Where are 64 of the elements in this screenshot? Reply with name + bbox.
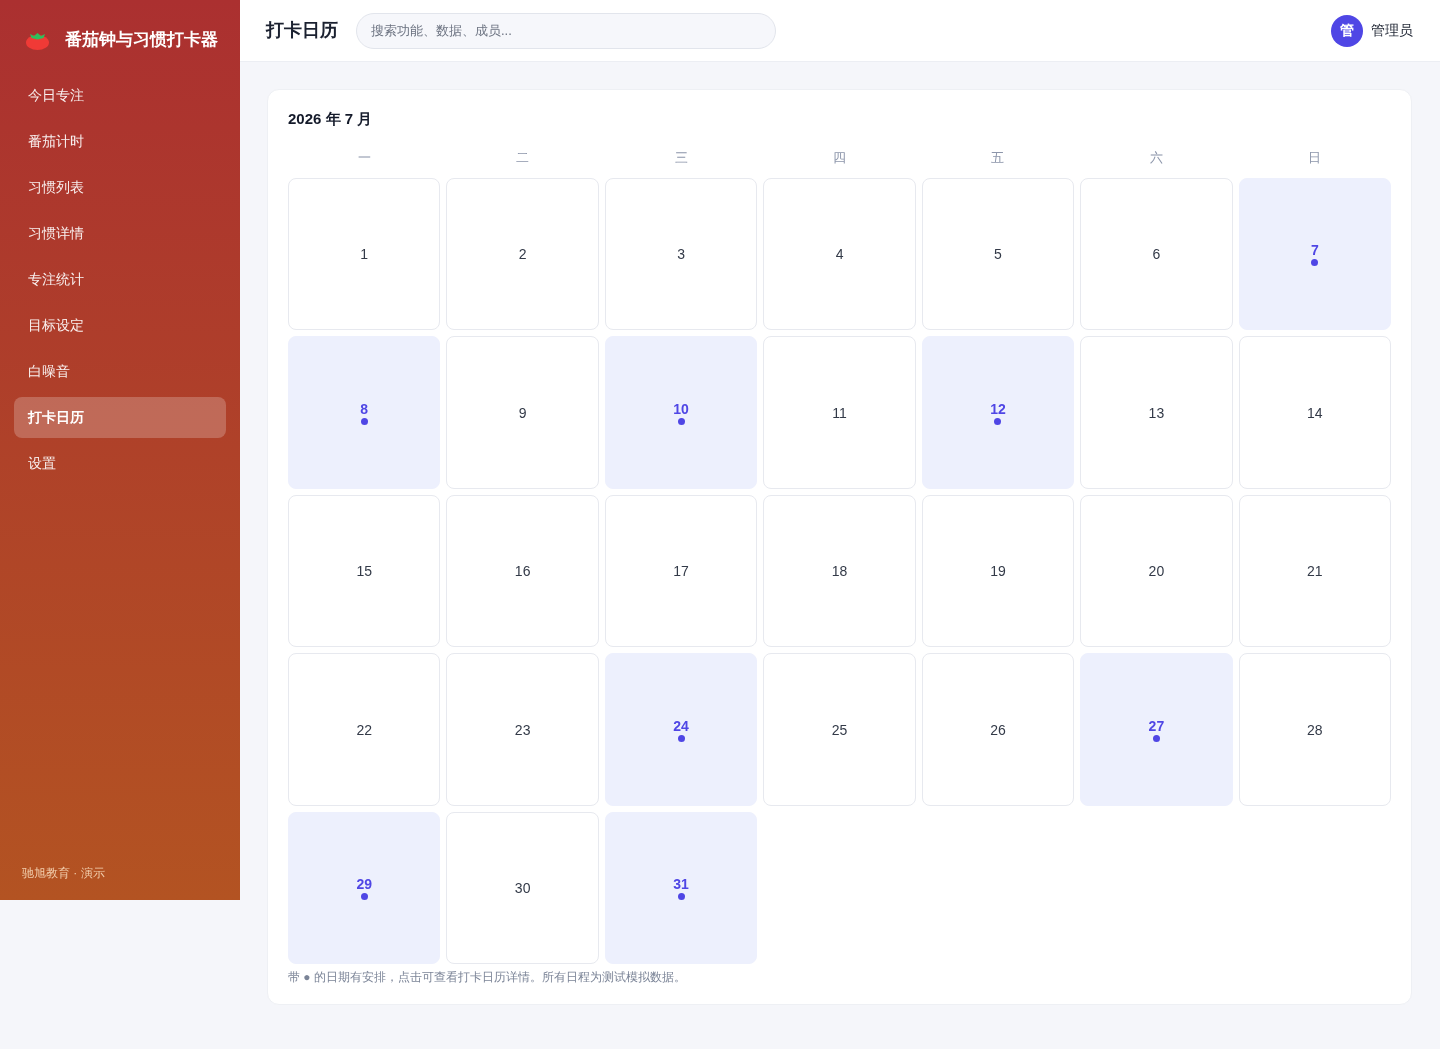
weekday-label: 日 [1307,149,1323,167]
day-cell[interactable]: 28 [1238,653,1392,806]
sidebar-item[interactable]: 专注统计 [14,259,226,300]
tomato-icon [26,30,49,50]
footer-text: 驰旭教育 · 演示 [21,865,106,882]
weekday-label: 六 [1148,149,1164,167]
sidebar-item[interactable]: 白噪音 [14,351,226,392]
event-dot-icon [360,417,368,425]
day-cell[interactable]: 5 [921,178,1075,331]
user-name[interactable]: 管理员 [1371,20,1413,41]
event-dot-icon [1152,734,1160,742]
weekday-label: 一 [356,149,372,167]
event-dot-icon [677,892,685,900]
day-cell[interactable]: 22 [288,653,441,806]
weekday-label: 四 [832,149,847,167]
sidebar-item[interactable]: 习惯列表 [14,167,226,208]
day-cell[interactable]: 19 [921,494,1075,648]
day-cell[interactable]: 2 [446,178,599,331]
month-title: 2026 年 7 月 [288,109,374,129]
day-cell[interactable]: 27 [1080,653,1233,806]
day-cell[interactable]: 17 [604,494,758,648]
day-cell[interactable]: 14 [1238,336,1392,489]
day-cell[interactable]: 6 [1080,178,1233,331]
day-cell[interactable]: 29 [288,811,441,965]
day-cell[interactable]: 1 [288,178,441,331]
sidebar-item[interactable]: 打卡日历 [14,397,226,438]
day-cell[interactable]: 30 [446,811,599,965]
day-cell[interactable]: 12 [921,336,1075,489]
day-cell[interactable]: 15 [288,494,441,648]
sidebar-item[interactable]: 目标设定 [14,305,226,346]
calendar-note: 带 ● 的日期有安排，点击可查看打卡日历详情。所有日程为测试模拟数据。 [288,969,687,987]
event-dot-icon [1311,259,1319,267]
sidebar-item[interactable]: 设置 [14,443,226,484]
day-cell[interactable]: 8 [288,336,441,489]
sidebar-item[interactable]: 习惯详情 [14,213,226,254]
day-cell[interactable]: 18 [763,494,916,648]
weekday-label: 五 [990,149,1006,167]
app-title: 番茄钟与习惯打卡器 [65,29,218,52]
day-cell[interactable]: 21 [1238,494,1392,648]
day-cell[interactable]: 26 [921,653,1075,806]
search-field[interactable]: 搜索功能、数据、成员... [356,12,776,49]
day-cell[interactable]: 20 [1080,494,1233,648]
day-cell[interactable]: 31 [604,811,758,965]
sidebar-item[interactable]: 番茄计时 [14,121,226,162]
day-cell[interactable]: 4 [763,178,916,331]
day-cell[interactable]: 13 [1080,336,1233,489]
event-dot-icon [994,417,1002,425]
day-cell[interactable]: 3 [604,178,758,331]
day-cell[interactable]: 23 [446,653,599,806]
page-title: 打卡日历 [266,19,338,42]
sidebar-item[interactable]: 今日专注 [14,75,226,116]
event-dot-icon [677,734,685,742]
day-cell[interactable]: 7 [1238,178,1392,331]
day-cell[interactable]: 24 [604,653,758,806]
weekday-label: 二 [515,149,531,167]
weekday-label: 三 [673,149,689,167]
day-cell[interactable]: 16 [446,494,599,648]
day-cell[interactable]: 25 [763,653,916,806]
event-dot-icon [360,892,368,900]
event-dot-icon [677,417,685,425]
day-cell[interactable]: 10 [604,336,758,489]
day-cell[interactable]: 9 [446,336,599,489]
user-avatar[interactable]: 管 [1331,14,1363,47]
day-cell[interactable]: 11 [763,336,916,489]
